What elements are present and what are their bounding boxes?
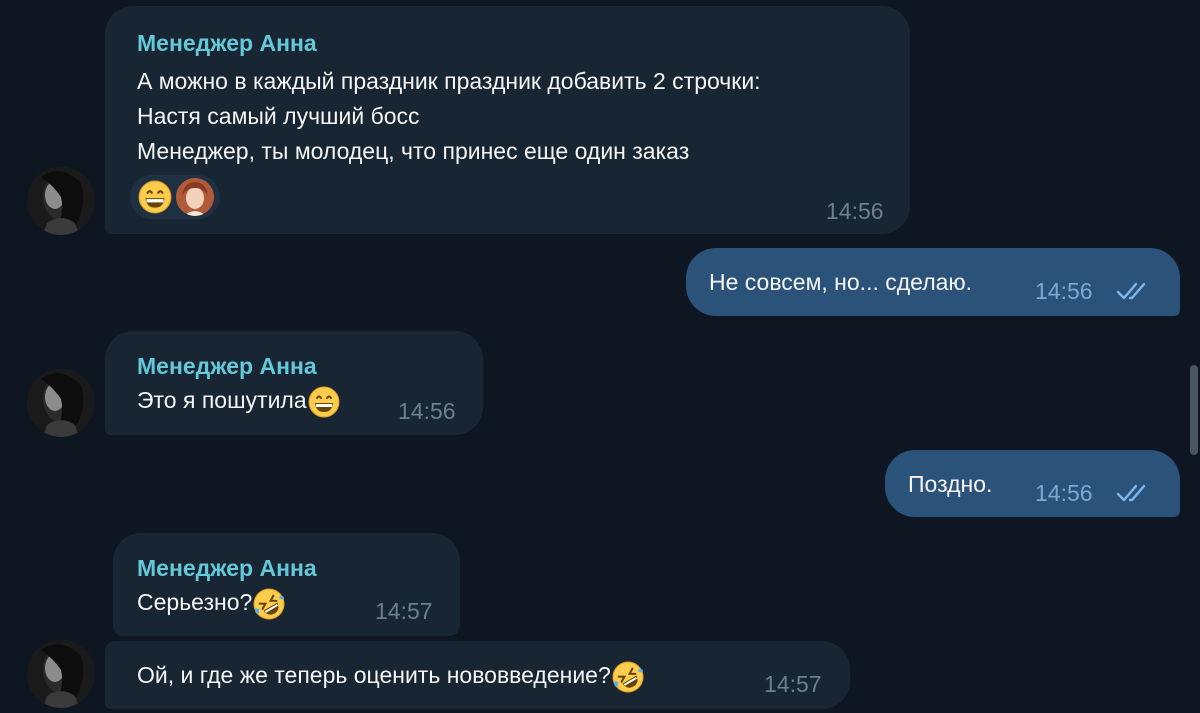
grinning-face-emoji-icon — [308, 386, 340, 418]
outgoing-message[interactable]: Поздно. 14:56 — [885, 450, 1180, 517]
user-avatar[interactable] — [27, 167, 95, 235]
chat-history[interactable]: Менеджер Анна А можно в каждый праздник … — [0, 0, 1200, 713]
message-line: Настя самый лучший босс — [137, 103, 420, 129]
message-time: 14:56 — [398, 398, 456, 424]
message-time: 14:56 — [826, 198, 884, 224]
message-text: Ой, и где же теперь оценить нововведение… — [137, 658, 818, 693]
message-time: 14:57 — [764, 671, 822, 697]
rolling-on-floor-laughing-emoji-icon — [253, 588, 285, 620]
message-text: Не совсем, но... сделаю. — [709, 269, 973, 295]
incoming-message[interactable]: Менеджер Анна А можно в каждый праздник … — [105, 6, 910, 234]
message-time: 14:57 — [375, 598, 433, 624]
sender-name[interactable]: Менеджер Анна — [137, 553, 436, 583]
message-time: 14:56 — [1035, 278, 1093, 304]
rolling-on-floor-laughing-emoji-icon — [612, 661, 644, 693]
scrollbar-thumb[interactable] — [1190, 365, 1198, 455]
incoming-message[interactable]: Менеджер Анна Это я пошутила 14:56 — [105, 331, 483, 435]
message-time: 14:56 — [1035, 480, 1093, 506]
sender-name[interactable]: Менеджер Анна — [137, 351, 451, 381]
grinning-face-emoji-icon — [138, 180, 172, 214]
outgoing-message[interactable]: Не совсем, но... сделаю. 14:56 — [686, 248, 1180, 316]
sender-name[interactable]: Менеджер Анна — [137, 28, 878, 58]
incoming-message[interactable]: Менеджер Анна Серьезно? 14:57 — [113, 533, 460, 636]
reaction-chip[interactable] — [130, 175, 220, 219]
message-line: Менеджер, ты молодец, что принес еще оди… — [137, 138, 690, 164]
reactor-avatar[interactable] — [176, 178, 214, 216]
double-check-icon — [1116, 482, 1156, 504]
double-check-icon — [1116, 280, 1156, 302]
user-avatar[interactable] — [27, 640, 95, 708]
user-avatar[interactable] — [27, 369, 95, 437]
message-line: А можно в каждый праздник праздник добав… — [137, 68, 761, 94]
incoming-message[interactable]: Ой, и где же теперь оценить нововведение… — [105, 641, 850, 709]
